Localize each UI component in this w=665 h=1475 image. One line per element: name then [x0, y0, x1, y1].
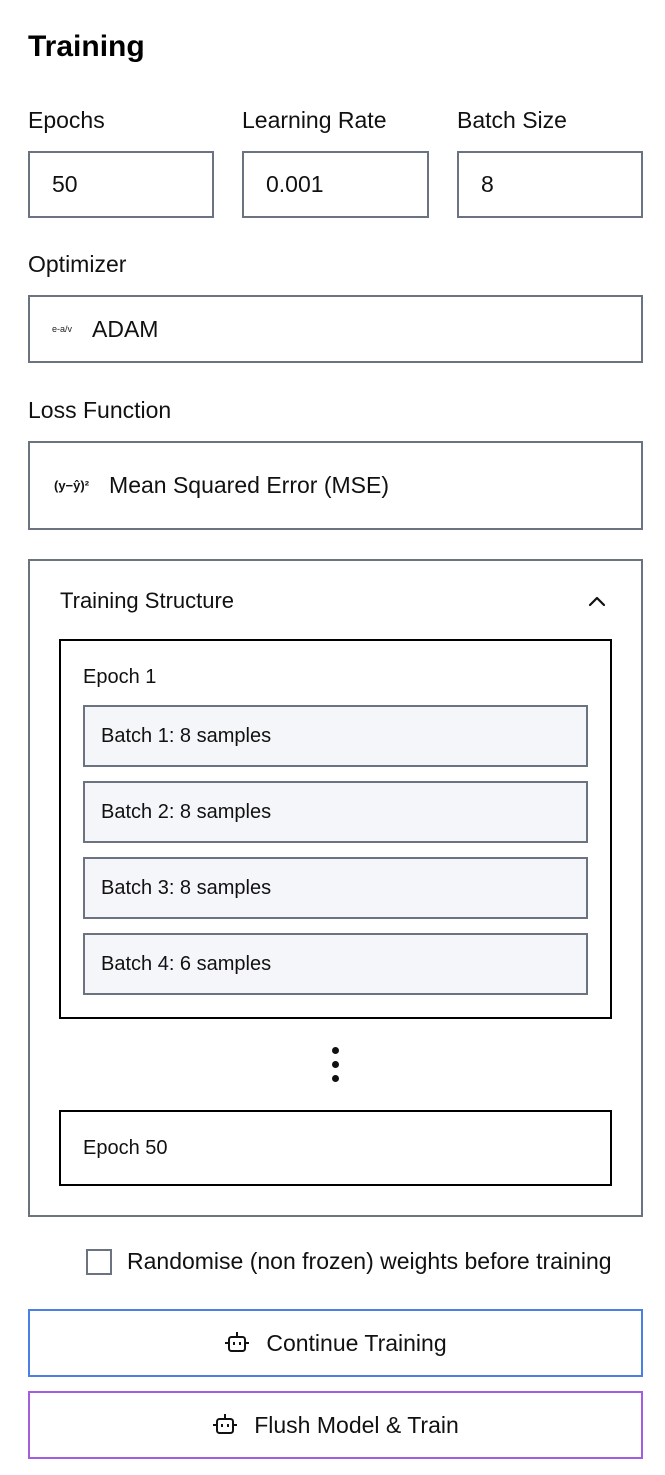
learning-rate-label: Learning Rate: [242, 107, 387, 133]
optimizer-value: ADAM: [92, 315, 159, 342]
epoch-card-last: Epoch 50: [59, 1110, 612, 1186]
batch-size-label: Batch Size: [457, 107, 567, 133]
epochs-field[interactable]: [28, 151, 214, 218]
loss-function-value: Mean Squared Error (MSE): [109, 472, 389, 498]
randomise-weights-checkbox[interactable]: [86, 1249, 112, 1275]
batch-size-input[interactable]: [459, 171, 641, 198]
epochs-input[interactable]: [30, 171, 212, 198]
optimizer-icon: e-a/v: [52, 324, 73, 334]
batch-size-field[interactable]: [457, 151, 643, 218]
batch-row: Batch 1: 8 samples: [83, 705, 588, 767]
randomise-weights-label[interactable]: Randomise (non frozen) weights before tr…: [127, 1248, 612, 1275]
epoch-first-label: Epoch 1: [83, 666, 157, 688]
robot-icon: [213, 1414, 238, 1434]
robot-icon: [225, 1332, 250, 1352]
ellipsis-vertical-icon: [320, 1045, 350, 1085]
flush-model-train-label: Flush Model & Train: [254, 1411, 459, 1438]
batch-row: Batch 2: 8 samples: [83, 781, 588, 843]
chevron-up-icon[interactable]: [586, 590, 608, 612]
loss-function-label: Loss Function: [28, 397, 172, 423]
continue-training-label: Continue Training: [266, 1329, 447, 1356]
epoch-last-label: Epoch 50: [83, 1136, 168, 1159]
section-title: Training: [28, 30, 145, 63]
batch-row: Batch 3: 8 samples: [83, 857, 588, 919]
learning-rate-input[interactable]: [244, 171, 427, 198]
batch-row: Batch 4: 6 samples: [83, 933, 588, 995]
continue-training-button[interactable]: Continue Training: [28, 1309, 643, 1377]
epochs-label: Epochs: [28, 107, 105, 133]
loss-function-select[interactable]: (y−ŷ)² Mean Squared Error (MSE): [28, 441, 643, 530]
optimizer-label: Optimizer: [28, 251, 127, 277]
loss-formula-icon: (y−ŷ)²: [54, 478, 90, 493]
flush-model-train-button[interactable]: Flush Model & Train: [28, 1391, 643, 1459]
optimizer-select[interactable]: e-a/v ADAM: [28, 295, 643, 363]
training-structure-title: Training Structure: [60, 588, 235, 613]
learning-rate-field[interactable]: [242, 151, 429, 218]
